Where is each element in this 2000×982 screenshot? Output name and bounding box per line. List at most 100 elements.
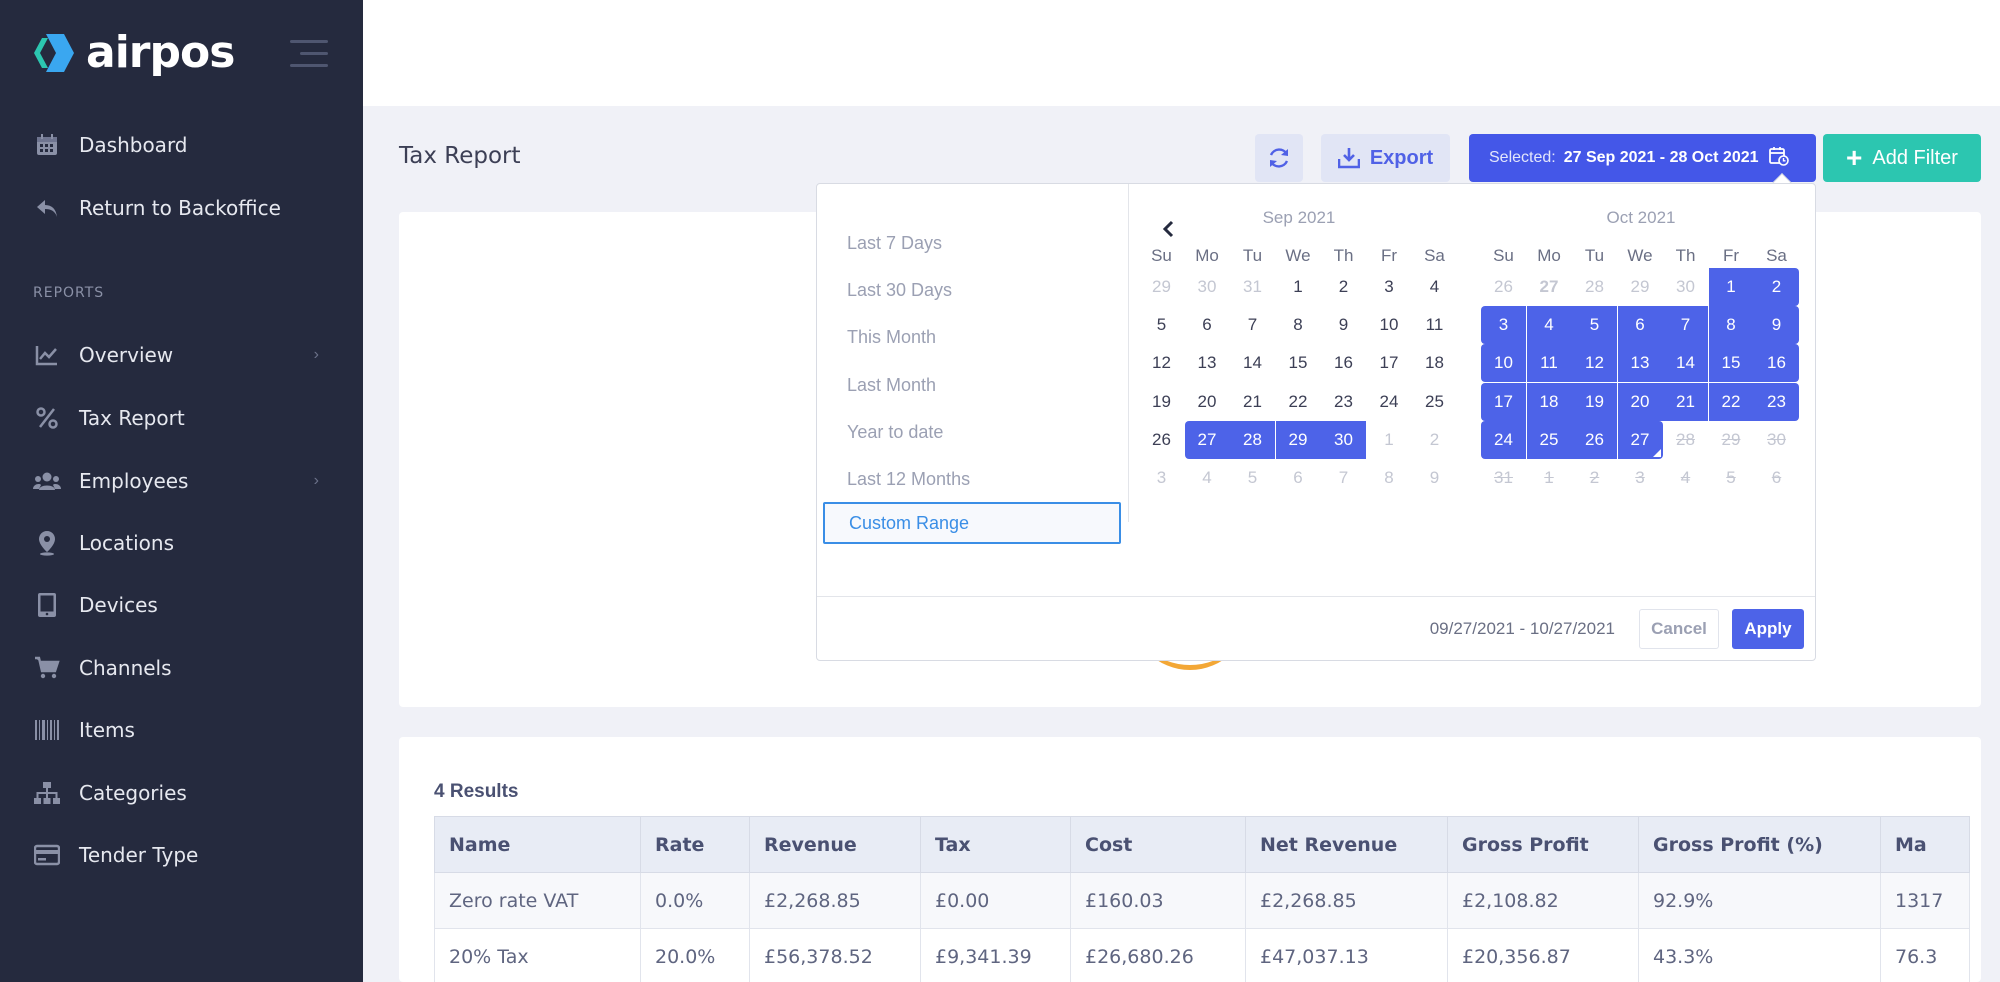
calendar-day[interactable]: 29	[1275, 420, 1321, 459]
calendar-day[interactable]: 14	[1663, 344, 1708, 383]
calendar-day[interactable]: 26	[1572, 420, 1617, 459]
calendar-day[interactable]: 27	[1617, 420, 1663, 459]
calendar-day[interactable]: 2	[1754, 268, 1799, 306]
calendar-day[interactable]: 6	[1185, 306, 1230, 344]
calendar-day[interactable]: 1	[1527, 459, 1572, 497]
sidebar-item-devices[interactable]: Devices	[33, 585, 333, 625]
calendar-day[interactable]: 13	[1617, 344, 1663, 383]
calendar-day[interactable]: 29	[1139, 268, 1184, 306]
calendar-day[interactable]: 2	[1412, 421, 1457, 459]
calendar-day[interactable]: 27	[1527, 268, 1572, 306]
calendar-day[interactable]: 18	[1526, 382, 1572, 421]
calendar-day[interactable]: 31	[1481, 459, 1526, 497]
sidebar-item-locations[interactable]: Locations	[33, 523, 333, 563]
calendar-day[interactable]: 9	[1754, 306, 1799, 345]
calendar-day[interactable]: 25	[1412, 383, 1457, 421]
calendar-day[interactable]: 1	[1367, 421, 1412, 459]
calendar-day[interactable]: 27	[1184, 420, 1230, 459]
calendar-day[interactable]: 31	[1230, 268, 1275, 306]
calendar-day[interactable]: 6	[1617, 306, 1663, 345]
sidebar-item-items[interactable]: Items	[33, 710, 333, 750]
calendar-day[interactable]: 7	[1321, 459, 1366, 497]
calendar-day[interactable]: 7	[1230, 306, 1275, 344]
calendar-day[interactable]: 5	[1572, 306, 1617, 345]
calendar-day[interactable]: 6	[1754, 459, 1799, 497]
sidebar-item-tender-type[interactable]: Tender Type	[33, 835, 333, 875]
calendar-day[interactable]: 1	[1708, 268, 1754, 306]
sidebar-item-dashboard[interactable]: Dashboard	[33, 125, 333, 165]
calendar-day[interactable]: 17	[1367, 344, 1412, 382]
calendar-day[interactable]: 3	[1481, 306, 1526, 345]
date-range-button[interactable]: Selected: 27 Sep 2021 - 28 Oct 2021	[1469, 134, 1816, 182]
calendar-day[interactable]: 10	[1367, 306, 1412, 344]
sidebar-item-categories[interactable]: Categories	[33, 773, 333, 813]
calendar-day[interactable]: 30	[1185, 268, 1230, 306]
calendar-day[interactable]: 12	[1572, 344, 1617, 383]
calendar-day[interactable]: 14	[1230, 344, 1275, 382]
calendar-day[interactable]: 23	[1321, 383, 1366, 421]
calendar-day[interactable]: 8	[1367, 459, 1412, 497]
calendar-day[interactable]: 24	[1367, 383, 1412, 421]
calendar-day[interactable]: 1	[1276, 268, 1321, 306]
sidebar-item-tax-report[interactable]: Tax Report	[33, 398, 333, 438]
calendar-day[interactable]: 4	[1663, 459, 1708, 497]
add-filter-button[interactable]: + Add Filter	[1823, 134, 1981, 182]
range-custom-range[interactable]: Custom Range	[823, 502, 1121, 544]
calendar-day[interactable]: 18	[1412, 344, 1457, 382]
calendar-day[interactable]: 16	[1754, 344, 1799, 383]
column-header[interactable]: Net Revenue	[1245, 816, 1448, 873]
calendar-day[interactable]: 5	[1139, 306, 1184, 344]
calendar-day[interactable]: 2	[1321, 268, 1366, 306]
calendar-day[interactable]: 20	[1617, 382, 1663, 421]
calendar-day[interactable]: 3	[1139, 459, 1184, 497]
calendar-day[interactable]: 25	[1526, 420, 1572, 459]
calendar-day[interactable]: 19	[1572, 382, 1617, 421]
column-header[interactable]: Cost	[1070, 816, 1246, 873]
calendar-day[interactable]: 4	[1412, 268, 1457, 306]
range-last-7-days[interactable]: Last 7 Days	[823, 222, 1121, 264]
range-last-30-days[interactable]: Last 30 Days	[823, 269, 1121, 311]
calendar-day[interactable]: 21	[1230, 383, 1275, 421]
calendar-day[interactable]: 6	[1276, 459, 1321, 497]
range-last-12-months[interactable]: Last 12 Months	[823, 458, 1121, 500]
calendar-day[interactable]: 7	[1663, 306, 1708, 345]
column-header[interactable]: Gross Profit (%)	[1638, 816, 1881, 873]
sidebar-item-overview[interactable]: Overview ›	[33, 335, 333, 375]
calendar-day[interactable]: 24	[1481, 420, 1526, 459]
calendar-day[interactable]: 15	[1276, 344, 1321, 382]
calendar-day[interactable]: 28	[1663, 421, 1708, 459]
calendar-day[interactable]: 30	[1663, 268, 1708, 306]
column-header[interactable]: Tax	[920, 816, 1071, 873]
calendar-day[interactable]: 19	[1139, 383, 1184, 421]
refresh-button[interactable]	[1255, 134, 1303, 182]
calendar-day[interactable]: 3	[1618, 459, 1663, 497]
cancel-button[interactable]: Cancel	[1639, 609, 1719, 649]
calendar-day[interactable]: 10	[1481, 344, 1526, 383]
calendar-day[interactable]: 3	[1367, 268, 1412, 306]
range-last-month[interactable]: Last Month	[823, 364, 1121, 406]
calendar-day[interactable]: 9	[1412, 459, 1457, 497]
sidebar-item-channels[interactable]: Channels	[33, 648, 333, 688]
column-header[interactable]: Revenue	[749, 816, 921, 873]
calendar-day[interactable]: 28	[1572, 268, 1617, 306]
column-header[interactable]: Ma	[1880, 816, 1970, 873]
calendar-day[interactable]: 5	[1230, 459, 1275, 497]
calendar-day[interactable]: 13	[1185, 344, 1230, 382]
calendar-day[interactable]: 12	[1139, 344, 1184, 382]
calendar-day[interactable]: 22	[1708, 382, 1754, 421]
range-this-month[interactable]: This Month	[823, 316, 1121, 358]
calendar-day[interactable]: 16	[1321, 344, 1366, 382]
sidebar-item-employees[interactable]: Employees ›	[33, 461, 333, 501]
sidebar-item-return-to-backoffice[interactable]: Return to Backoffice	[33, 188, 333, 228]
calendar-day[interactable]: 11	[1412, 306, 1457, 344]
airpos-logo[interactable]: airpos	[30, 30, 235, 76]
calendar-day[interactable]: 30	[1754, 421, 1799, 459]
calendar-day[interactable]: 4	[1526, 306, 1572, 345]
calendar-day[interactable]: 8	[1276, 306, 1321, 344]
calendar-day[interactable]: 20	[1185, 383, 1230, 421]
calendar-day[interactable]: 5	[1709, 459, 1754, 497]
calendar-day[interactable]: 30	[1321, 420, 1366, 459]
calendar-day[interactable]: 15	[1708, 344, 1754, 383]
calendar-day[interactable]: 23	[1754, 382, 1799, 421]
calendar-day[interactable]: 9	[1321, 306, 1366, 344]
